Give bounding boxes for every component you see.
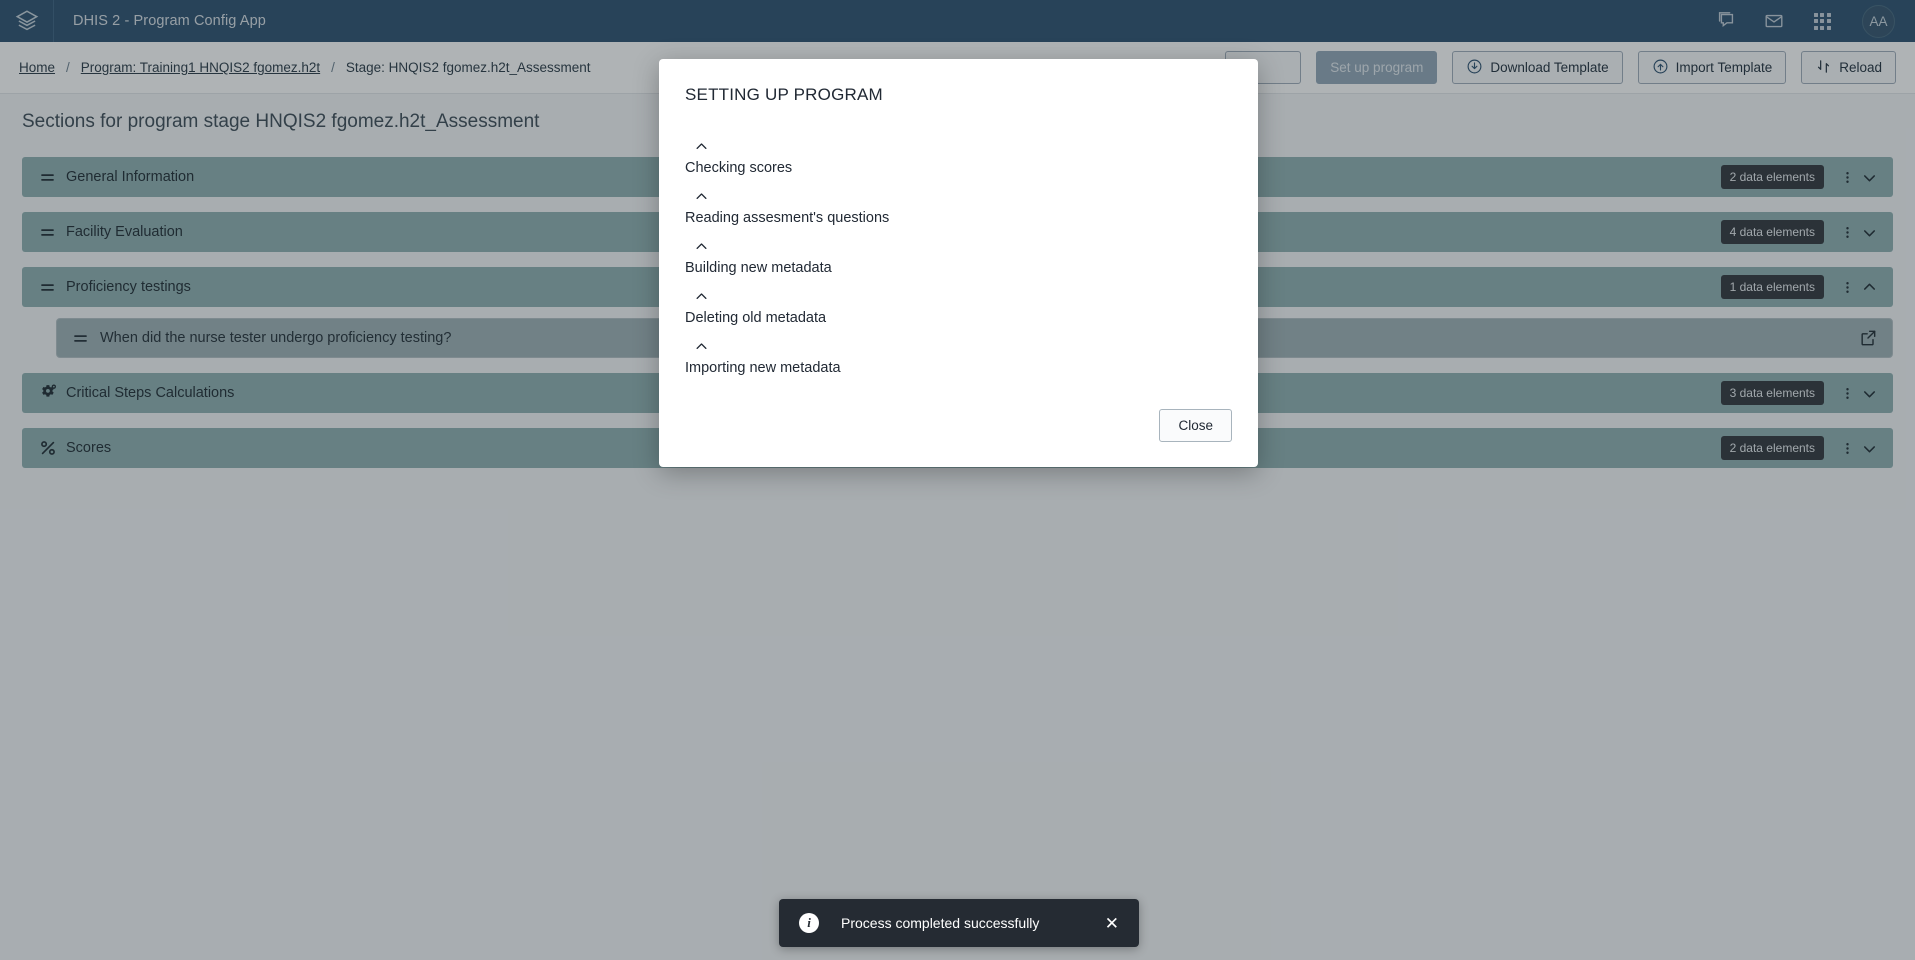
chevron-up-icon [685, 335, 1232, 357]
step-label: Deleting old metadata [685, 310, 827, 326]
close-icon[interactable]: ✕ [1101, 911, 1123, 936]
step-label: Checking scores [685, 160, 793, 176]
step-label: Importing new metadata [685, 360, 841, 376]
progress-step: Deleting old metadata [685, 285, 1232, 335]
chevron-up-icon [685, 135, 1232, 157]
toast-message: Process completed successfully [841, 915, 1040, 931]
progress-step: Checking scores [685, 135, 1232, 185]
progress-step: Building new metadata [685, 235, 1232, 285]
progress-step: Importing new metadata [685, 335, 1232, 385]
chevron-up-icon [685, 235, 1232, 257]
dialog-title: SETTING UP PROGRAM [685, 85, 883, 104]
step-label: Reading assesment's questions [685, 210, 890, 226]
dialog-footer: Close [685, 385, 1232, 467]
chevron-up-icon [685, 285, 1232, 307]
close-button[interactable]: Close [1159, 409, 1232, 442]
toast-notification: i Process completed successfully ✕ [779, 899, 1139, 947]
app-root: DHIS 2 - Program Config App AA Home / Pr… [0, 0, 1915, 960]
progress-step: Reading assesment's questions [685, 185, 1232, 235]
step-label: Building new metadata [685, 260, 832, 276]
chevron-up-icon [685, 185, 1232, 207]
info-icon: i [799, 913, 819, 933]
setting-up-program-dialog: SETTING UP PROGRAM Checking scores Readi… [659, 59, 1258, 467]
